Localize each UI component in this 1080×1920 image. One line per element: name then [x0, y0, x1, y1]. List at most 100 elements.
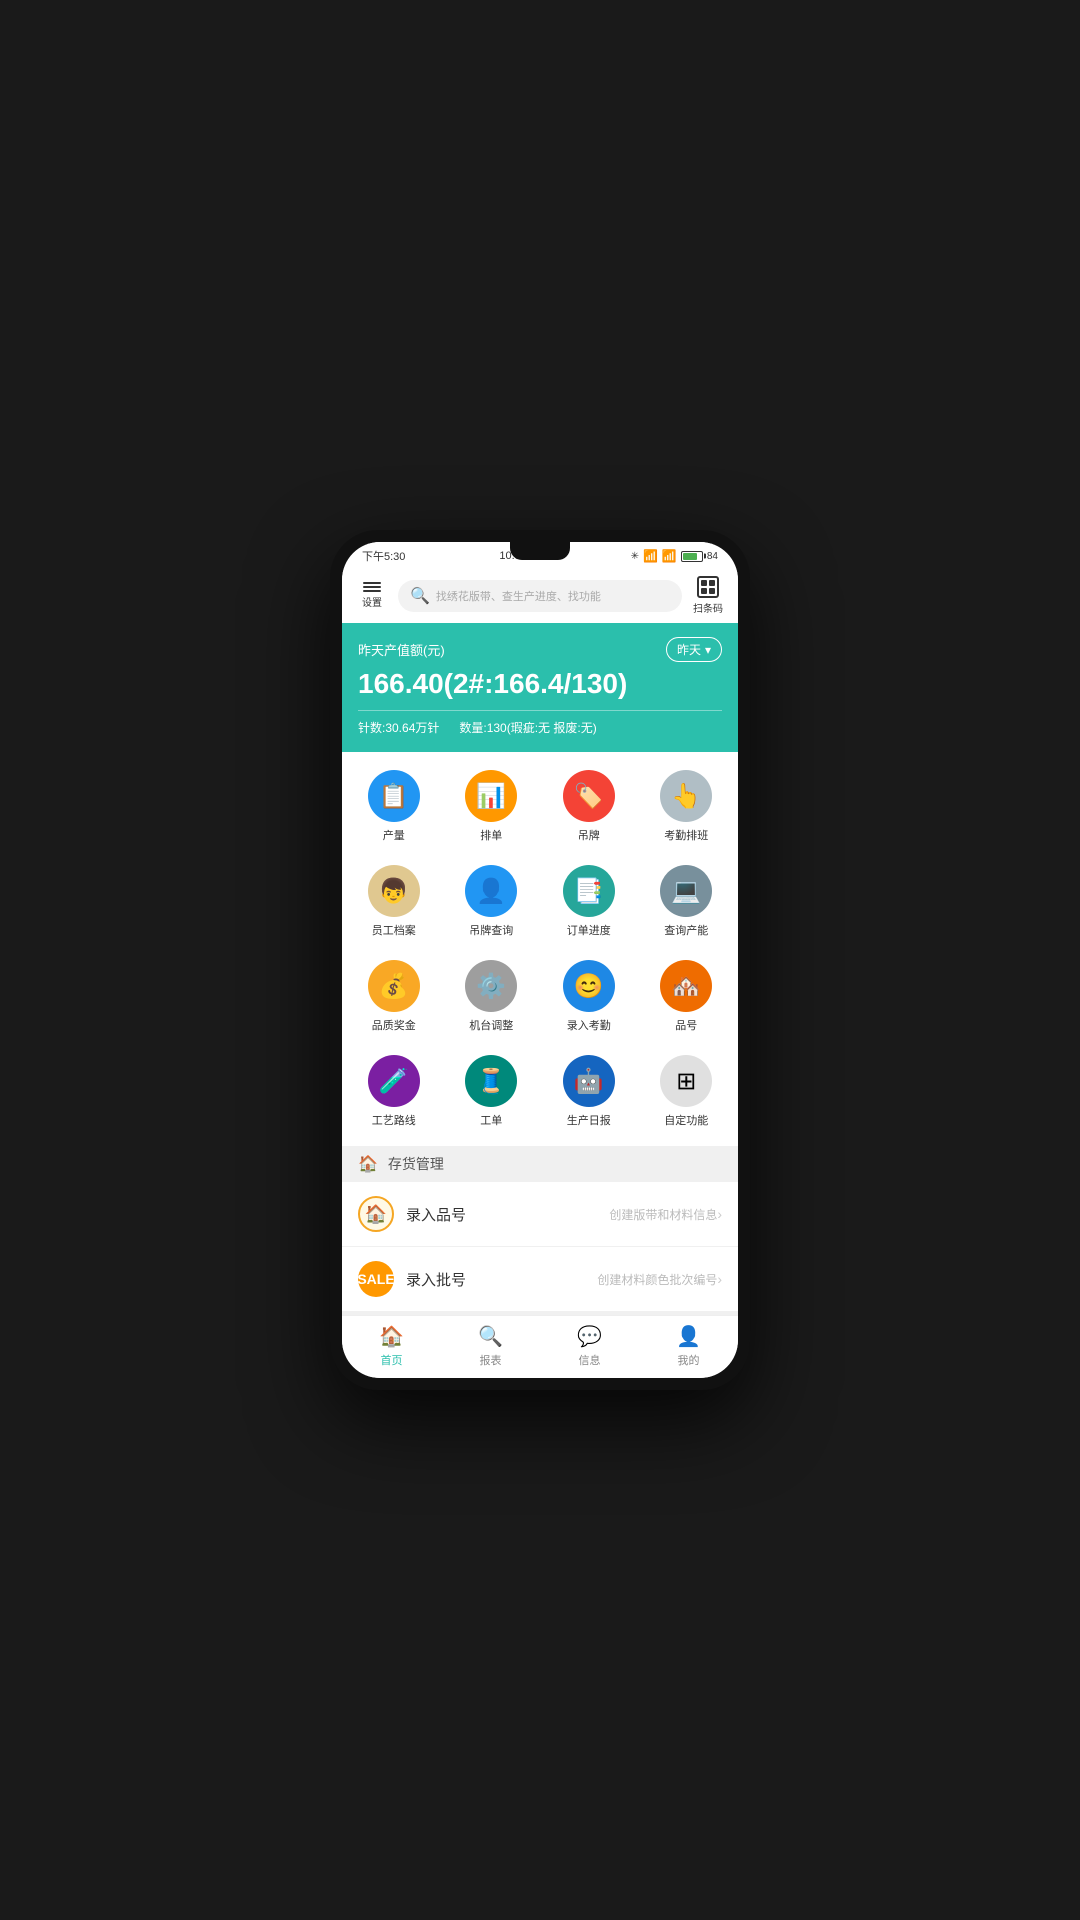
settings-button[interactable]: 设置	[354, 582, 390, 609]
menu-item-custom[interactable]: ⊞ 自定功能	[641, 1047, 733, 1136]
menu-label-process: 工艺路线	[372, 1112, 416, 1128]
menu-item-employee[interactable]: 👦 员工档案	[348, 857, 440, 946]
menu-icon-tag: 🏷️	[563, 770, 615, 822]
date-selector[interactable]: 昨天 ▾	[666, 637, 722, 662]
search-placeholder: 找绣花版带、查生产进度、找功能	[436, 588, 601, 604]
enter-batch-label: 录入批号	[406, 1269, 597, 1290]
inventory-icon: 🏠	[358, 1154, 378, 1174]
menu-icon-output: 📋	[368, 770, 420, 822]
menu-label-bonus: 品质奖金	[372, 1017, 416, 1033]
menu-label-employee: 员工档案	[372, 922, 416, 938]
menu-label-custom: 自定功能	[664, 1112, 708, 1128]
menu-grid: 📋 产量 📊 排单 🏷️ 吊牌 👆 考勤排班 👦 员工档案 👤 吊牌查询 📑 订…	[342, 752, 738, 1146]
enter-batch-arrow: ›	[717, 1271, 722, 1287]
nav-item-profile[interactable]: 👤 我的	[639, 1316, 738, 1378]
enter-product-icon: 🏠	[358, 1196, 394, 1232]
enter-batch-icon: SALE	[358, 1261, 394, 1297]
status-icons: ✳ 📶 📶 84	[631, 549, 718, 563]
app-header: 设置 🔍 找绣花版带、查生产进度、找功能 扫条码	[342, 568, 738, 623]
menu-icon-workorder: 🧵	[465, 1055, 517, 1107]
chevron-down-icon: ▾	[705, 643, 711, 657]
battery-icon	[681, 551, 703, 562]
nav-item-message[interactable]: 💬 信息	[540, 1316, 639, 1378]
menu-item-process[interactable]: 🧪 工艺路线	[348, 1047, 440, 1136]
section-inventory: 🏠 存货管理	[342, 1146, 738, 1182]
qr-label: 扫条码	[693, 600, 723, 615]
nav-item-report[interactable]: 🔍 报表	[441, 1316, 540, 1378]
menu-icon-custom: ⊞	[660, 1055, 712, 1107]
search-icon: 🔍	[410, 586, 430, 606]
bottom-nav: 🏠 首页 🔍 报表 💬 信息 👤 我的	[342, 1315, 738, 1378]
menu-label-machine: 机台调整	[469, 1017, 513, 1033]
search-bar[interactable]: 🔍 找绣花版带、查生产进度、找功能	[398, 580, 682, 612]
menu-icon-process: 🧪	[368, 1055, 420, 1107]
dashboard-stats: 针数:30.64万针 数量:130(瑕疵:无 报废:无)	[358, 719, 722, 736]
nav-icon-home: 🏠	[379, 1324, 404, 1349]
menu-item-output[interactable]: 📋 产量	[348, 762, 440, 851]
menu-icon-employee: 👦	[368, 865, 420, 917]
wifi-icon: 📶	[662, 549, 677, 563]
menu-item-order[interactable]: 📑 订单进度	[543, 857, 635, 946]
nav-icon-message: 💬	[577, 1324, 602, 1349]
menu-icon-tag-query: 👤	[465, 865, 517, 917]
dashboard: 昨天产值额(元) 昨天 ▾ 166.40(2#:166.4/130) 针数:30…	[342, 623, 738, 752]
enter-product-desc: 创建版带和材料信息	[609, 1206, 717, 1223]
menu-item-tag[interactable]: 🏷️ 吊牌	[543, 762, 635, 851]
dashboard-value: 166.40(2#:166.4/130)	[358, 668, 722, 700]
menu-item-workorder[interactable]: 🧵 工单	[446, 1047, 538, 1136]
menu-label-capacity: 查询产能	[664, 922, 708, 938]
nav-item-home[interactable]: 🏠 首页	[342, 1316, 441, 1378]
menu-label-schedule: 排单	[480, 827, 502, 843]
menu-item-tag-query[interactable]: 👤 吊牌查询	[446, 857, 538, 946]
qr-button[interactable]: 扫条码	[690, 576, 726, 615]
bluetooth-icon: ✳	[631, 551, 639, 562]
hamburger-icon	[363, 582, 381, 592]
menu-label-checkin: 录入考勤	[567, 1017, 611, 1033]
menu-icon-product-no: 🏘️	[660, 960, 712, 1012]
qr-icon	[697, 576, 719, 598]
enter-product-label: 录入品号	[406, 1204, 609, 1225]
menu-icon-daily: 🤖	[563, 1055, 615, 1107]
enter-product-arrow: ›	[717, 1206, 722, 1222]
settings-label: 设置	[362, 594, 382, 609]
menu-icon-capacity: 💻	[660, 865, 712, 917]
nav-label-profile: 我的	[678, 1352, 700, 1368]
nav-label-report: 报表	[480, 1352, 502, 1368]
menu-label-attendance: 考勤排班	[664, 827, 708, 843]
menu-label-tag-query: 吊牌查询	[469, 922, 513, 938]
list-item-enter-product[interactable]: 🏠 录入品号 创建版带和材料信息 ›	[342, 1182, 738, 1247]
menu-label-product-no: 品号	[675, 1017, 697, 1033]
menu-label-tag: 吊牌	[578, 827, 600, 843]
menu-icon-attendance: 👆	[660, 770, 712, 822]
menu-icon-bonus: 💰	[368, 960, 420, 1012]
menu-item-product-no[interactable]: 🏘️ 品号	[641, 952, 733, 1041]
main-scroll[interactable]: 📋 产量 📊 排单 🏷️ 吊牌 👆 考勤排班 👦 员工档案 👤 吊牌查询 📑 订…	[342, 752, 738, 1315]
list-item-enter-batch[interactable]: SALE 录入批号 创建材料颜色批次编号 ›	[342, 1247, 738, 1312]
menu-item-schedule[interactable]: 📊 排单	[446, 762, 538, 851]
menu-item-checkin[interactable]: 😊 录入考勤	[543, 952, 635, 1041]
menu-item-machine[interactable]: ⚙️ 机台调整	[446, 952, 538, 1041]
dashboard-header: 昨天产值额(元) 昨天 ▾	[358, 637, 722, 662]
menu-item-bonus[interactable]: 💰 品质奖金	[348, 952, 440, 1041]
nav-label-home: 首页	[381, 1352, 403, 1368]
quantity-info: 数量:130(瑕疵:无 报废:无)	[459, 719, 596, 736]
dashboard-title: 昨天产值额(元)	[358, 640, 445, 659]
menu-icon-machine: ⚙️	[465, 960, 517, 1012]
nav-icon-report: 🔍	[478, 1324, 503, 1349]
menu-item-capacity[interactable]: 💻 查询产能	[641, 857, 733, 946]
menu-item-daily[interactable]: 🤖 生产日报	[543, 1047, 635, 1136]
stitch-count: 针数:30.64万针	[358, 719, 439, 736]
menu-label-order: 订单进度	[567, 922, 611, 938]
menu-label-output: 产量	[383, 827, 405, 843]
section-inventory-label: 存货管理	[388, 1154, 444, 1174]
menu-icon-order: 📑	[563, 865, 615, 917]
menu-item-attendance[interactable]: 👆 考勤排班	[641, 762, 733, 851]
signal-icon: 📶	[643, 549, 658, 563]
date-label: 昨天	[677, 641, 701, 658]
menu-icon-checkin: 😊	[563, 960, 615, 1012]
battery-level: 84	[707, 551, 718, 562]
menu-label-workorder: 工单	[480, 1112, 502, 1128]
menu-label-daily: 生产日报	[567, 1112, 611, 1128]
status-time: 下午5:30	[362, 548, 405, 564]
nav-label-message: 信息	[579, 1352, 601, 1368]
